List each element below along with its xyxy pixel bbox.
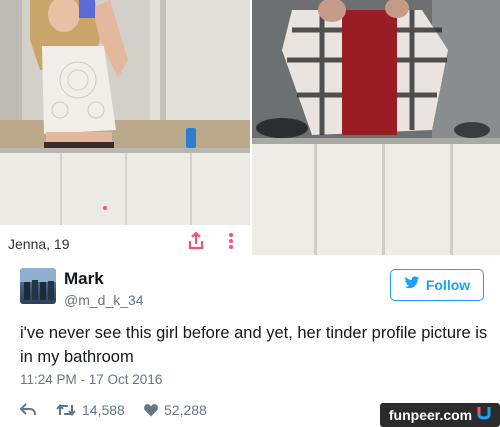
tweet-handle[interactable]: @m_d_k_34 (64, 292, 144, 308)
share-icon[interactable] (186, 231, 206, 251)
profile-info-bar: Jenna, 19 (0, 225, 250, 255)
pagination-dot[interactable] (112, 206, 116, 210)
twitter-bird-icon (404, 275, 420, 295)
heart-icon (144, 403, 158, 417)
tweet-timestamp[interactable]: 11:24 PM - 17 Oct 2016 (20, 372, 162, 387)
mirror-selfie-right (252, 0, 500, 255)
more-vertical-icon[interactable] (226, 231, 236, 251)
watermark-text: funpeer.com (388, 407, 473, 423)
avatar[interactable] (20, 268, 56, 304)
photo-pagination-dots[interactable] (103, 206, 134, 210)
like-action[interactable]: 52,288 (144, 402, 207, 418)
tweet-actions: 14,588 52,288 (20, 400, 207, 420)
funpeer-logo-icon (477, 405, 491, 426)
pagination-dot-active[interactable] (103, 206, 107, 210)
mirror-selfie-left (0, 0, 250, 225)
tweet-text: i've never see this girl before and yet,… (20, 324, 488, 366)
tinder-profile-card[interactable]: Jenna, 19 (0, 0, 250, 255)
reply-icon[interactable] (20, 403, 56, 417)
pagination-dot[interactable] (130, 206, 134, 210)
pagination-dot[interactable] (121, 206, 125, 210)
tweet-display-name[interactable]: Mark (64, 269, 104, 289)
follow-button-label: Follow (425, 277, 471, 293)
like-count: 52,288 (164, 402, 207, 418)
follow-button[interactable]: Follow (390, 269, 484, 301)
tweet-card: Mark @m_d_k_34 Follow i've never see thi… (0, 255, 500, 427)
profile-name-age: Jenna, 19 (8, 236, 70, 252)
retweet-action[interactable]: 14,588 (56, 402, 144, 418)
profile-photo[interactable] (0, 0, 250, 225)
bathroom-mirror-photo (252, 0, 500, 255)
retweet-count: 14,588 (82, 402, 125, 418)
photo-area: Jenna, 19 (0, 0, 500, 255)
retweet-icon (56, 403, 76, 417)
watermark: funpeer.com (380, 403, 500, 427)
